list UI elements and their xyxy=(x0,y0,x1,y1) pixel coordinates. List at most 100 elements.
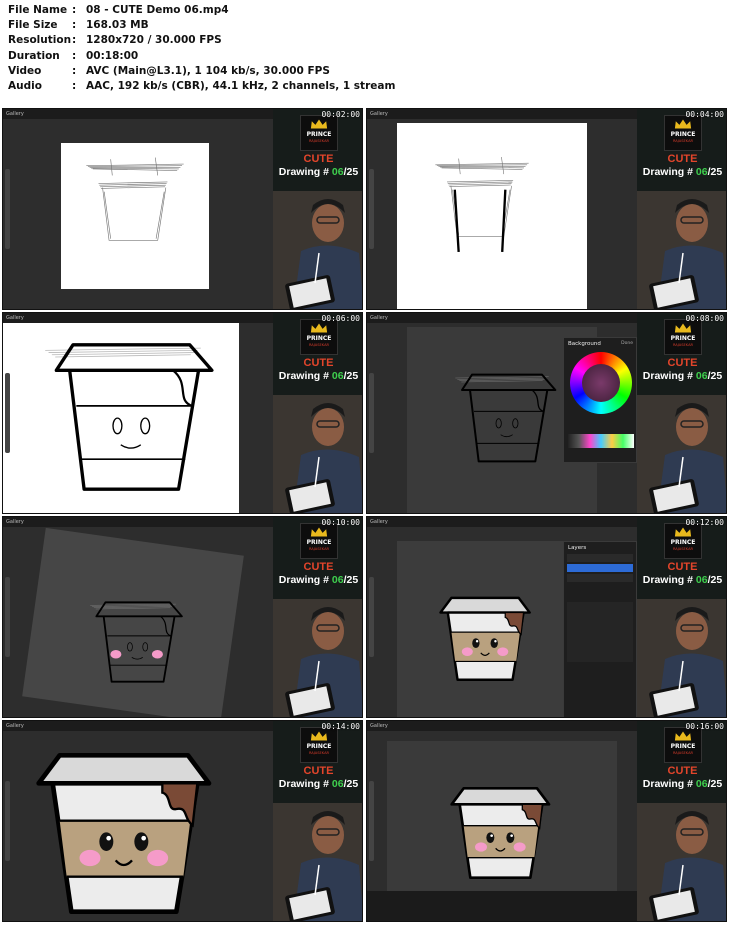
artist-video xyxy=(637,191,726,309)
drawing-number: 06 xyxy=(331,574,344,586)
drawing-number: 06 xyxy=(331,166,344,178)
branding-area: PRINCE RAJASEKAR CUTE Drawing # 06/25 xyxy=(273,313,362,395)
brush-size-slider[interactable] xyxy=(369,169,374,249)
drawing-number: 06 xyxy=(695,778,708,790)
video-thumbnail[interactable]: Gallery PRINCE RAJASEKAR CUTE Drawing # … xyxy=(2,720,363,922)
cute-title: CUTE xyxy=(303,153,334,165)
meta-key: Audio xyxy=(8,80,42,93)
meta-sep: : xyxy=(72,64,77,77)
gallery-button[interactable]: Gallery xyxy=(370,315,388,321)
app-toolbar: Gallery xyxy=(367,517,637,527)
artist-video xyxy=(273,395,362,513)
timestamp: 00:14:00 xyxy=(321,722,360,731)
brush-size-slider[interactable] xyxy=(369,577,374,657)
drawing-counter: Drawing # 06/25 xyxy=(273,778,362,790)
color-panel[interactable]: Background Done xyxy=(563,337,637,463)
brush-size-slider[interactable] xyxy=(5,373,10,453)
video-thumbnail[interactable]: Gallery Background Done PRINCE RAJASEKAR… xyxy=(366,312,727,514)
sketch-drawing xyxy=(435,156,529,252)
video-thumbnail[interactable]: Gallery PRINCE RAJASEKAR CUTE Drawing # … xyxy=(2,516,363,718)
blend-options[interactable] xyxy=(567,602,633,662)
procreate-canvas[interactable] xyxy=(3,323,273,513)
cute-title: CUTE xyxy=(303,561,334,573)
timestamp: 00:04:00 xyxy=(685,110,724,119)
app-toolbar: Gallery xyxy=(3,109,273,119)
meta-row: File Size:168.03 MB xyxy=(8,18,395,33)
drawing-number: 06 xyxy=(695,166,708,178)
brand-main: PRINCE xyxy=(670,743,696,750)
crown-icon xyxy=(310,527,328,537)
meta-sep: : xyxy=(72,19,77,32)
gallery-button[interactable]: Gallery xyxy=(6,519,24,525)
branding-area: PRINCE RAJASEKAR CUTE Drawing # 06/25 xyxy=(273,517,362,599)
channel-logo: PRINCE RAJASEKAR xyxy=(300,115,338,151)
cup-drawing xyxy=(439,596,531,681)
crown-icon xyxy=(310,119,328,129)
procreate-canvas[interactable]: Background Done xyxy=(367,323,637,513)
color-swatches[interactable] xyxy=(568,434,634,448)
drawing-prefix: Drawing # xyxy=(642,574,696,586)
gallery-button[interactable]: Gallery xyxy=(6,315,24,321)
channel-logo: PRINCE RAJASEKAR xyxy=(664,319,702,355)
video-thumbnail[interactable]: Gallery PRINCE RAJASEKAR CUTE Drawing # … xyxy=(366,720,727,922)
drawing-prefix: Drawing # xyxy=(642,778,696,790)
brand-sub: RAJASEKAR xyxy=(672,139,694,143)
webcam-overlay: PRINCE RAJASEKAR CUTE Drawing # 06/25 00… xyxy=(273,313,362,513)
branding-area: PRINCE RAJASEKAR CUTE Drawing # 06/25 xyxy=(273,721,362,803)
app-toolbar: Gallery xyxy=(3,517,273,527)
brush-size-slider[interactable] xyxy=(369,373,374,453)
artist-silhouette xyxy=(637,191,726,309)
drawing-total: /25 xyxy=(343,574,359,586)
thumbnail-grid: Gallery PRINCE RAJASEKAR CUTE Drawing # … xyxy=(2,108,727,926)
gallery-button[interactable]: Gallery xyxy=(370,519,388,525)
brush-size-slider[interactable] xyxy=(5,169,10,249)
brush-size-slider[interactable] xyxy=(369,781,374,861)
crown-icon xyxy=(674,119,692,129)
drawing-total: /25 xyxy=(343,370,359,382)
gallery-button[interactable]: Gallery xyxy=(6,111,24,117)
gallery-button[interactable]: Gallery xyxy=(370,111,388,117)
timestamp: 00:12:00 xyxy=(685,518,724,527)
done-button[interactable]: Done xyxy=(621,341,633,346)
meta-key: Video xyxy=(8,64,42,77)
drawing-number: 06 xyxy=(695,574,708,586)
gallery-button[interactable]: Gallery xyxy=(370,723,388,729)
ink-drawing xyxy=(455,373,557,463)
channel-logo: PRINCE RAJASEKAR xyxy=(300,727,338,763)
drawing-prefix: Drawing # xyxy=(278,574,332,586)
artist-video xyxy=(637,395,726,513)
timestamp: 00:02:00 xyxy=(321,110,360,119)
meta-sep: : xyxy=(72,80,77,93)
drawing-counter: Drawing # 06/25 xyxy=(273,166,362,178)
drawing-counter: Drawing # 06/25 xyxy=(637,166,726,178)
procreate-canvas[interactable]: Layers xyxy=(367,527,637,717)
cute-title: CUTE xyxy=(667,561,698,573)
meta-sep: : xyxy=(72,4,77,16)
layer-row[interactable] xyxy=(567,574,633,582)
channel-logo: PRINCE RAJASEKAR xyxy=(300,319,338,355)
drawing-prefix: Drawing # xyxy=(642,166,696,178)
video-thumbnail[interactable]: Gallery PRINCE RAJASEKAR CUTE Drawing # … xyxy=(2,312,363,514)
video-thumbnail[interactable]: Gallery Layers PRINCE RAJASEKAR CUTE Dra… xyxy=(366,516,727,718)
drawing-total: /25 xyxy=(707,574,723,586)
procreate-canvas[interactable] xyxy=(367,731,637,921)
timestamp: 00:06:00 xyxy=(321,314,360,323)
layer-row[interactable] xyxy=(567,564,633,572)
procreate-canvas[interactable] xyxy=(3,731,273,921)
meta-sep: : xyxy=(72,49,77,62)
drawing-total: /25 xyxy=(707,166,723,178)
curves-panel[interactable] xyxy=(367,891,637,921)
procreate-canvas[interactable] xyxy=(3,119,273,309)
procreate-canvas[interactable] xyxy=(367,119,637,309)
layers-panel[interactable]: Layers xyxy=(563,541,637,717)
drawing-total: /25 xyxy=(343,778,359,790)
video-thumbnail[interactable]: Gallery PRINCE RAJASEKAR CUTE Drawing # … xyxy=(366,108,727,310)
crown-icon xyxy=(674,323,692,333)
branding-area: PRINCE RAJASEKAR CUTE Drawing # 06/25 xyxy=(637,517,726,599)
video-thumbnail[interactable]: Gallery PRINCE RAJASEKAR CUTE Drawing # … xyxy=(2,108,363,310)
brush-size-slider[interactable] xyxy=(5,781,10,861)
brush-size-slider[interactable] xyxy=(5,577,10,657)
layer-row[interactable] xyxy=(567,554,633,562)
procreate-canvas[interactable] xyxy=(3,527,273,717)
branding-area: PRINCE RAJASEKAR CUTE Drawing # 06/25 xyxy=(273,109,362,191)
